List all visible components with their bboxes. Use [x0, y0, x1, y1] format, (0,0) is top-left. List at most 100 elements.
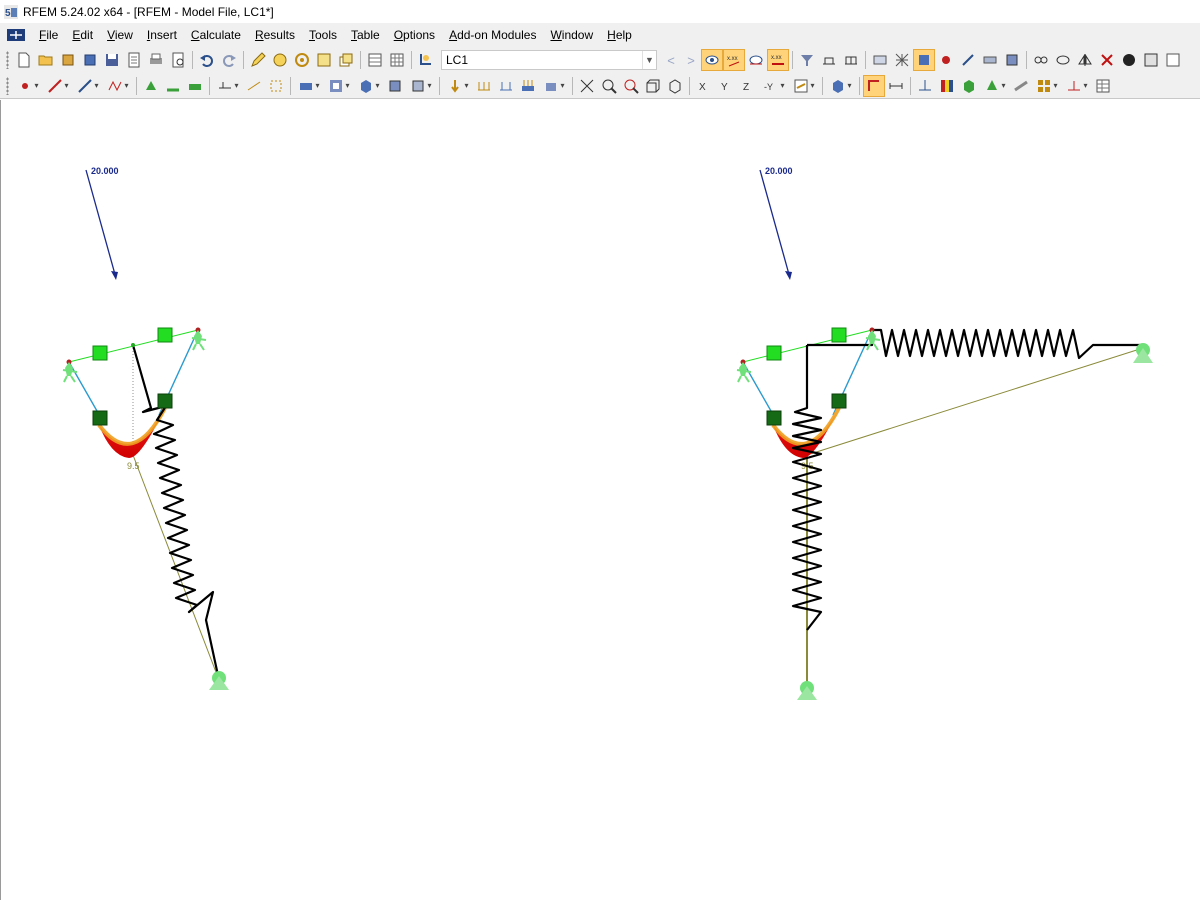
measure-button[interactable]	[1062, 75, 1092, 97]
previous-load-case-button[interactable]: <	[661, 50, 681, 70]
right-load-arrow[interactable]	[759, 169, 792, 280]
menu-tools[interactable]: Tools	[302, 24, 344, 46]
view-option-2-button[interactable]	[891, 49, 913, 71]
redo-button[interactable]	[218, 49, 240, 71]
table-view-button[interactable]	[1092, 75, 1114, 97]
result-values-button[interactable]: x.xx	[723, 49, 745, 71]
tool-3-button[interactable]	[1074, 49, 1096, 71]
left-node[interactable]	[157, 327, 173, 343]
view-option-5-button[interactable]	[957, 49, 979, 71]
menu-add-on-modules[interactable]: Add-on Modules	[442, 24, 543, 46]
render-mode-button[interactable]	[826, 75, 856, 97]
right-node[interactable]	[831, 327, 847, 343]
new-node-button[interactable]	[13, 75, 43, 97]
right-support-top-left[interactable]	[736, 362, 752, 383]
extreme-values-button[interactable]: x.xx	[767, 49, 789, 71]
right-support-bottom[interactable]	[797, 681, 817, 700]
view-option-7-button[interactable]	[1001, 49, 1023, 71]
right-node[interactable]	[766, 410, 782, 426]
model-graphic-canvas[interactable]: 20.000 9.5 20.000 9.5	[0, 100, 1200, 900]
right-tie-member[interactable]	[806, 347, 1144, 456]
view-minus-y-button[interactable]: -Y	[759, 75, 789, 97]
filter-button[interactable]	[796, 49, 818, 71]
edit-mode-button[interactable]	[247, 49, 269, 71]
left-node[interactable]	[92, 345, 108, 361]
print-button[interactable]	[145, 49, 167, 71]
view-z-button[interactable]: Z	[737, 75, 759, 97]
new-file-button[interactable]	[13, 49, 35, 71]
nodal-load-button[interactable]	[443, 75, 473, 97]
left-support-top-left[interactable]	[62, 362, 78, 383]
view-option-3-button[interactable]	[913, 49, 935, 71]
new-block-button[interactable]	[384, 75, 406, 97]
show-results-button[interactable]	[701, 49, 723, 71]
menu-results[interactable]: Results	[248, 24, 302, 46]
nodal-support-button[interactable]	[140, 75, 162, 97]
new-cube-button[interactable]	[406, 75, 436, 97]
member-eccentricity-button[interactable]	[265, 75, 287, 97]
table-grid-button[interactable]	[386, 49, 408, 71]
member-end-button[interactable]	[243, 75, 265, 97]
section-view-button[interactable]	[818, 49, 840, 71]
zoom-all-button[interactable]	[620, 75, 642, 97]
member-load-button[interactable]	[473, 75, 495, 97]
layout-button[interactable]	[1032, 75, 1062, 97]
load-case-button[interactable]	[415, 49, 437, 71]
left-load-arrow[interactable]	[85, 169, 118, 280]
surface-support-button[interactable]	[184, 75, 206, 97]
new-opening-button[interactable]	[324, 75, 354, 97]
left-spring[interactable]	[131, 344, 221, 681]
axis-system-button[interactable]	[863, 74, 885, 97]
target-button[interactable]	[291, 49, 313, 71]
menu-edit[interactable]: Edit	[65, 24, 100, 46]
tool-6-button[interactable]	[1140, 49, 1162, 71]
tool-2-button[interactable]	[1052, 49, 1074, 71]
line-load-button[interactable]	[495, 75, 517, 97]
copy-window-button[interactable]	[335, 49, 357, 71]
guide-line-button[interactable]	[914, 75, 936, 97]
right-horizontal-spring[interactable]	[807, 328, 1143, 360]
view-option-1-button[interactable]	[869, 49, 891, 71]
right-node[interactable]	[766, 345, 782, 361]
member-hinge-button[interactable]	[213, 75, 243, 97]
tool-4-button[interactable]	[1096, 49, 1118, 71]
model-graphic-svg[interactable]: 20.000 9.5 20.000 9.5	[1, 100, 1200, 900]
view-y-button[interactable]: Y	[715, 75, 737, 97]
line-support-button[interactable]	[162, 75, 184, 97]
view-option-4-button[interactable]	[935, 49, 957, 71]
frame-view-button[interactable]	[840, 49, 862, 71]
toolbar-grip[interactable]	[6, 76, 9, 95]
tool-1-button[interactable]	[1030, 49, 1052, 71]
load-case-select[interactable]: LC1 ▼	[441, 50, 657, 70]
visibility-button[interactable]	[980, 75, 1010, 97]
printout-report-button[interactable]	[123, 49, 145, 71]
menu-calculate[interactable]: Calculate	[184, 24, 248, 46]
zoom-button[interactable]	[598, 75, 620, 97]
new-member-button[interactable]	[73, 75, 103, 97]
solid-load-button[interactable]	[539, 75, 569, 97]
generate-loads-button[interactable]	[576, 75, 598, 97]
left-support-bottom[interactable]	[209, 671, 229, 690]
dimension-button[interactable]	[885, 75, 907, 97]
left-node[interactable]	[157, 393, 173, 409]
menu-options[interactable]: Options	[387, 24, 442, 46]
view-x-button[interactable]: X	[693, 75, 715, 97]
move-copy-button[interactable]	[313, 49, 335, 71]
menu-window[interactable]: Window	[543, 24, 600, 46]
save-button[interactable]	[101, 49, 123, 71]
view-box-button[interactable]	[642, 75, 664, 97]
open-file-button[interactable]	[35, 49, 57, 71]
tool-5-button[interactable]	[1118, 49, 1140, 71]
chevron-down-icon[interactable]: ▼	[642, 51, 656, 69]
new-surface-button[interactable]	[294, 75, 324, 97]
table-button[interactable]	[364, 49, 386, 71]
show-deformation-button[interactable]	[745, 49, 767, 71]
display-properties-button[interactable]	[789, 75, 819, 97]
model-data-button[interactable]	[79, 49, 101, 71]
right-node[interactable]	[831, 393, 847, 409]
new-solid-button[interactable]	[354, 75, 384, 97]
menu-table[interactable]: Table	[344, 24, 387, 46]
solid-render-button[interactable]	[958, 75, 980, 97]
surface-load-button[interactable]	[517, 75, 539, 97]
menu-view[interactable]: View	[100, 24, 140, 46]
